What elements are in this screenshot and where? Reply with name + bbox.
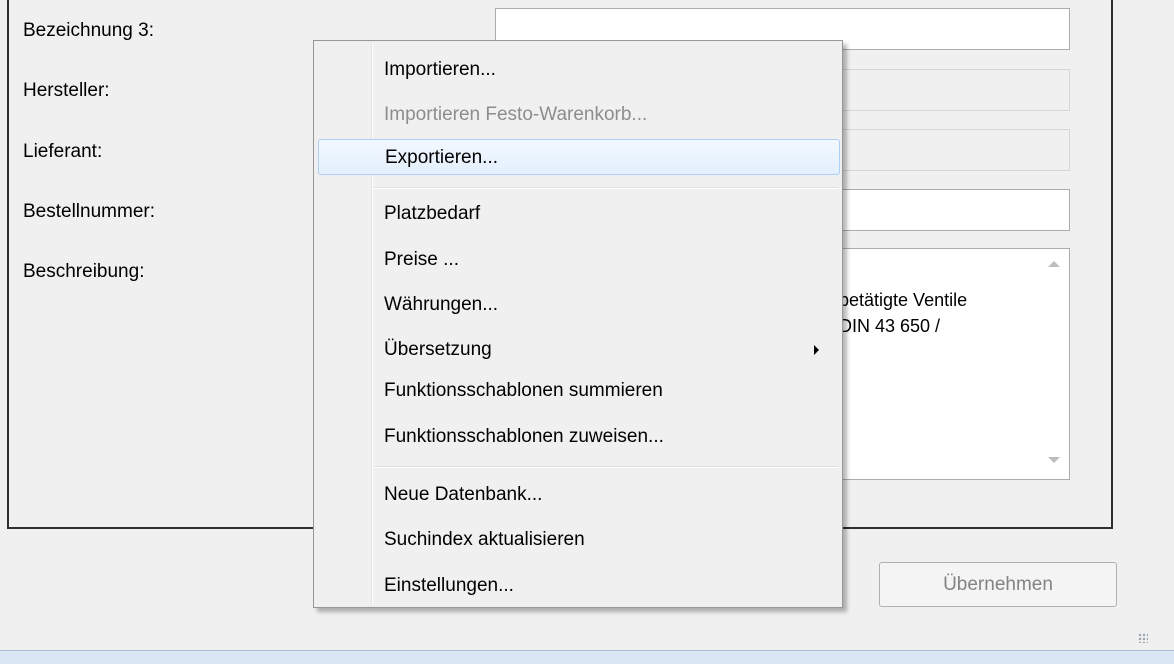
menu-item-import[interactable]: Importieren... — [318, 52, 840, 88]
menu-item-label: Platzbedarf — [384, 203, 481, 224]
menu-item-label: Importieren Festo-Warenkorb... — [384, 104, 648, 125]
submenu-arrow-icon — [814, 345, 819, 355]
menu-item-suchindex-aktualisieren[interactable]: Suchindex aktualisieren — [318, 522, 840, 558]
menu-item-waehrungen[interactable]: Währungen... — [318, 287, 840, 323]
label-hersteller: Hersteller: — [23, 80, 110, 101]
menu-item-label: Währungen... — [384, 294, 499, 315]
menu-item-label: Einstellungen... — [384, 575, 514, 596]
scroll-up-icon[interactable] — [1048, 261, 1060, 267]
menu-item-label: Funktionsschablonen zuweisen... — [384, 426, 664, 447]
menu-item-neue-datenbank[interactable]: Neue Datenbank... — [318, 477, 840, 513]
menu-item-label: Suchindex aktualisieren — [384, 529, 585, 550]
menu-item-funktionsschablonen-summieren[interactable]: Funktionsschablonen summieren — [318, 373, 840, 409]
menu-item-export[interactable]: Exportieren... — [318, 139, 840, 175]
resize-grip-icon[interactable] — [1138, 633, 1148, 643]
menu-item-label: Neue Datenbank... — [384, 484, 543, 505]
menu-item-label: Funktionsschablonen summieren — [384, 380, 663, 401]
context-menu: Importieren... Importieren Festo-Warenko… — [313, 40, 843, 608]
menu-separator — [374, 187, 838, 189]
description-scrollbar[interactable] — [1039, 249, 1069, 479]
menu-separator — [374, 466, 838, 468]
menu-item-platzbedarf[interactable]: Platzbedarf — [318, 196, 840, 232]
label-bezeichnung-3: Bezeichnung 3: — [23, 20, 154, 41]
description-text: betätigte Ventile DIN 43 650 / — [839, 290, 968, 336]
menu-item-funktionsschablonen-zuweisen[interactable]: Funktionsschablonen zuweisen... — [318, 419, 840, 455]
apply-button[interactable]: Übernehmen — [879, 562, 1117, 607]
label-lieferant: Lieferant: — [23, 141, 103, 162]
window-bottom-frame — [0, 650, 1174, 664]
menu-item-label: Preise ... — [384, 249, 459, 270]
menu-item-label: Exportieren... — [385, 147, 498, 168]
menu-item-label: Übersetzung — [384, 339, 492, 360]
menu-item-import-festo-cart: Importieren Festo-Warenkorb... — [318, 97, 840, 133]
label-beschreibung: Beschreibung: — [23, 261, 145, 282]
scroll-down-icon[interactable] — [1048, 457, 1060, 463]
window-left-edge — [0, 0, 7, 663]
label-bestellnummer: Bestellnummer: — [23, 201, 155, 222]
menu-item-label: Importieren... — [384, 59, 496, 80]
menu-item-einstellungen[interactable]: Einstellungen... — [318, 568, 840, 604]
menu-item-uebersetzung[interactable]: Übersetzung — [318, 332, 840, 368]
menu-item-preise[interactable]: Preise ... — [318, 242, 840, 278]
